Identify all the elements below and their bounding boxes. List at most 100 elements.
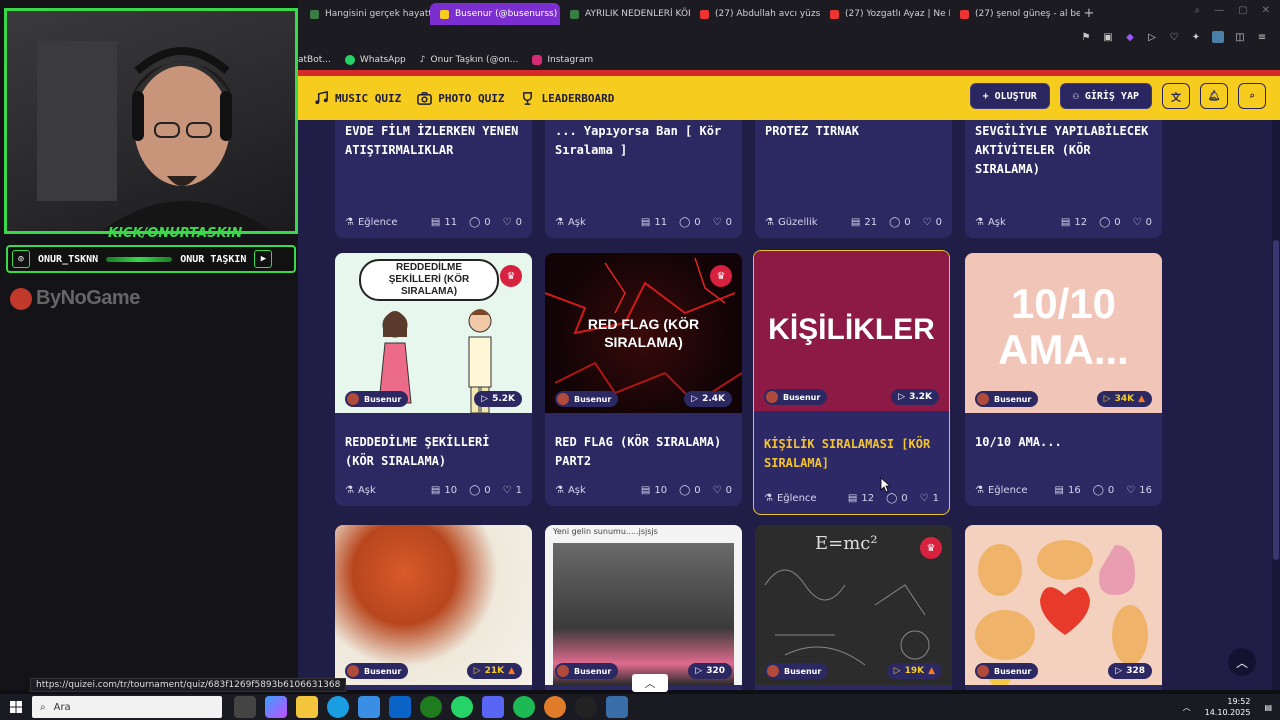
nav-actions: + OLUŞTUR ⚇ GİRİŞ YAP 文 🔔︎ ⌕ — [969, 83, 1266, 109]
tab-2[interactable]: AYRILIK NEDENLERİ KÖR — [560, 3, 690, 25]
tab-4[interactable]: (27) Yozgatlı Ayaz | Ne D — [820, 3, 950, 25]
author-badge[interactable]: Busenur — [975, 663, 1039, 679]
count-value: 12 — [1074, 217, 1088, 228]
new-tab-button[interactable]: + — [1080, 6, 1098, 21]
spotify-icon[interactable] — [513, 696, 535, 718]
shield-icon[interactable]: ◆ — [1124, 31, 1136, 43]
comment-icon: ◯ — [679, 485, 691, 496]
sponsor-name: ByNoGame — [36, 287, 140, 309]
maximize-icon[interactable]: ▢ — [1238, 5, 1247, 16]
author-badge[interactable]: Busenur — [345, 391, 409, 407]
question-count: ▤ 12 — [1061, 217, 1087, 228]
tab-0[interactable]: Hangisini gerçek hayatta — [300, 3, 430, 25]
whatsapp-icon[interactable] — [451, 696, 473, 718]
scroll-up-pill[interactable]: ︿ — [632, 674, 668, 692]
stream-overlay-panel: KICK/ONURTASKIN ◎ ONUR_TSKNN ONUR TAŞKIN… — [0, 0, 298, 690]
steam-icon[interactable] — [575, 696, 597, 718]
discord-icon[interactable] — [482, 696, 504, 718]
quiz-card[interactable]: Busenur ▷ 21K ▲ — [335, 525, 532, 690]
fire-icon: ▲ — [928, 666, 935, 676]
bookmark-0[interactable]: atBot... — [298, 55, 331, 65]
speech-bubble: REDDEDİLME ŞEKİLLERİ (KÖR SIRALAMA) — [359, 259, 499, 301]
nav-leaderboard[interactable]: LEADERBOARD — [520, 91, 614, 106]
language-button[interactable]: 文 — [1162, 83, 1190, 109]
copilot-icon[interactable] — [265, 696, 287, 718]
heart-icon[interactable]: ♡ — [1168, 31, 1180, 43]
tab-3[interactable]: (27) Abdullah avcı yüzsüz — [690, 3, 820, 25]
quiz-card[interactable]: E=mc² ♛ Busenur ▷ 19K ▲ — [755, 525, 952, 690]
bookmark-tiktok[interactable]: ♪ Onur Taşkın (@on... — [420, 55, 519, 65]
quiz-card[interactable]: RED FLAG (KÖR SIRALAMA) ♛ Busenur ▷ 2.4K … — [545, 253, 742, 506]
xbox-icon[interactable] — [420, 696, 442, 718]
quiz-thumbnail: REDDEDİLME ŞEKİLLERİ (KÖR SIRALAMA) ♛ Bu… — [335, 253, 532, 413]
quiz-site: MUSIC QUIZ PHOTO QUIZ LEADERBOARD + OLUŞT… — [298, 70, 1280, 690]
tab-favicon-icon — [440, 9, 449, 19]
author-badge[interactable]: Busenur — [765, 663, 829, 679]
bookmark-whatsapp[interactable]: WhatsApp — [344, 55, 406, 65]
quiz-card[interactable]: Yeni gelin sunumu.....jsjsjs Busenur ▷ 32… — [545, 525, 742, 690]
page-scrollbar[interactable] — [1272, 120, 1280, 690]
author-badge[interactable]: Busenur — [345, 663, 409, 679]
nav-photo-quiz[interactable]: PHOTO QUIZ — [417, 91, 504, 106]
quiz-card[interactable]: Busenur ▷ 328 — [965, 525, 1162, 690]
search-icon[interactable]: ⌕ — [1195, 5, 1201, 16]
quiz-title: REDDEDİLME ŞEKİLLERİ (KÖR SIRALAMA) — [345, 435, 490, 468]
play-count: ▷ 21K ▲ — [466, 663, 522, 679]
author-badge[interactable]: Busenur — [555, 391, 619, 407]
notifications-icon[interactable]: ▤ — [1264, 703, 1272, 712]
category: ⚗ Eğlence — [345, 217, 398, 228]
count-value: 0 — [935, 217, 942, 228]
category: ⚗ Eğlence — [975, 485, 1028, 496]
profile-icon[interactable] — [1212, 31, 1224, 43]
category-label: Aşk — [987, 217, 1006, 228]
extensions-icon[interactable]: ✦ — [1190, 31, 1202, 43]
store-icon[interactable] — [358, 696, 380, 718]
quiz-card[interactable]: 10/10 AMA... Busenur ▷ 34K ▲ 10/10 AMA... … — [965, 253, 1162, 506]
bookmark-instagram[interactable]: Instagram — [532, 55, 593, 65]
play-icon[interactable]: ▷ — [1146, 31, 1158, 43]
start-button[interactable] — [0, 694, 32, 720]
tab-5[interactable]: (27) şenol güneş - al ben — [950, 3, 1080, 25]
quiz-thumbnail: Yeni gelin sunumu.....jsjsjs Busenur ▷ 32… — [545, 525, 742, 685]
quiz-stats: ⚗ Eğlence ▤ 11 ◯ 0 ♡ 0 — [345, 217, 522, 228]
tab-label: Hangisini gerçek hayatta — [325, 9, 430, 19]
count-value: 10 — [654, 485, 668, 496]
comment-icon: ◯ — [469, 217, 481, 228]
nav-music-quiz[interactable]: MUSIC QUIZ — [314, 90, 401, 106]
file-explorer-icon[interactable] — [296, 696, 318, 718]
task-view-icon[interactable] — [234, 696, 256, 718]
quiz-card-hovered[interactable]: KİŞİLİKLER Busenur ▷ 3.2K KİŞİLİK SIRALAM… — [753, 250, 950, 515]
close-icon[interactable]: ✕ — [1262, 5, 1270, 16]
bookmark-icon[interactable]: ⚑ — [1080, 31, 1092, 43]
author-name: Busenur — [574, 666, 612, 676]
play-count-value: 19K — [904, 666, 925, 676]
create-button[interactable]: + OLUŞTUR — [969, 83, 1050, 109]
login-button[interactable]: ⚇ GİRİŞ YAP — [1059, 83, 1152, 109]
sidebar-icon[interactable]: ◫ — [1234, 31, 1246, 43]
search-button[interactable]: ⌕ — [1238, 83, 1266, 109]
scroll-to-top-button[interactable]: ︿ — [1228, 648, 1256, 676]
screenshot-icon[interactable]: ▣ — [1102, 31, 1114, 43]
youtube-icon — [830, 9, 839, 19]
outlook-icon[interactable] — [389, 696, 411, 718]
edge-icon[interactable] — [327, 696, 349, 718]
notifications-button[interactable]: 🔔︎ — [1200, 83, 1228, 109]
tab-1[interactable]: Busenur (@busenurss) - — [430, 3, 560, 25]
quiz-card[interactable]: REDDEDİLME ŞEKİLLERİ (KÖR SIRALAMA) ♛ Bu… — [335, 253, 532, 506]
tray-chevron-icon[interactable]: ︿ — [1183, 702, 1191, 713]
quiz-stats: ⚗ Aşk ▤ 11 ◯ 0 ♡ 0 — [555, 217, 732, 228]
author-badge[interactable]: Busenur — [764, 389, 828, 405]
obs-icon[interactable] — [544, 696, 566, 718]
sponsor-logo: ByNoGame — [10, 287, 140, 310]
author-badge[interactable]: Busenur — [555, 663, 619, 679]
taskbar-search[interactable]: ⌕ Ara — [32, 696, 222, 718]
instagram-icon — [532, 55, 543, 65]
minimize-icon[interactable]: — — [1214, 5, 1224, 16]
clock[interactable]: 19:52 14.10.2025 — [1205, 696, 1251, 718]
menu-icon[interactable]: ≡ — [1256, 31, 1268, 43]
scrollbar-thumb[interactable] — [1273, 240, 1279, 560]
play-icon: ▷ — [1103, 394, 1111, 404]
author-badge[interactable]: Busenur — [975, 391, 1039, 407]
count-value: 0 — [484, 485, 491, 496]
app-icon[interactable] — [606, 696, 628, 718]
